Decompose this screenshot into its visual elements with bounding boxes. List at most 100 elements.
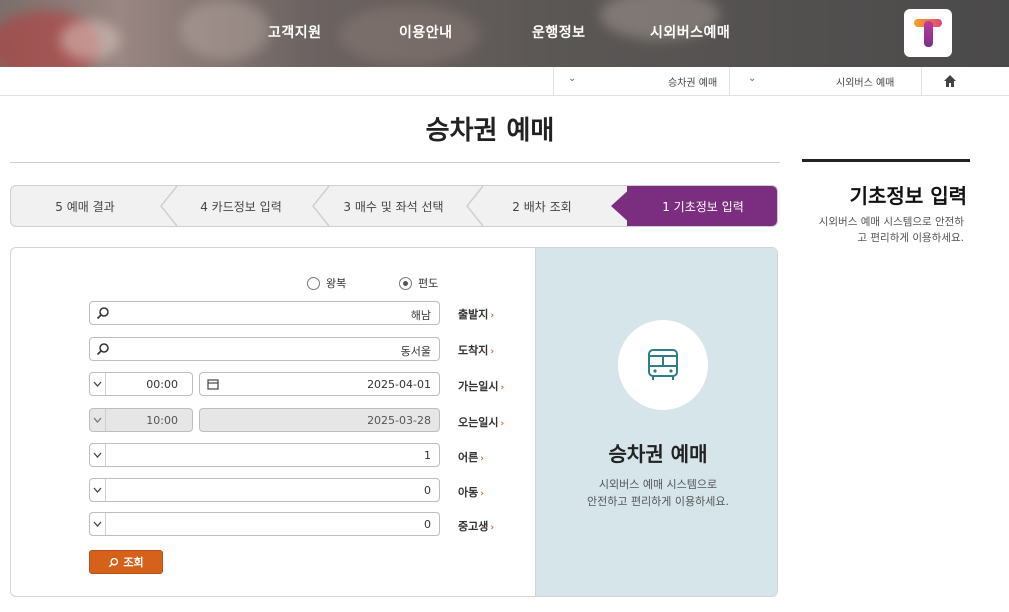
breadcrumb-divider xyxy=(921,67,922,96)
radio-label: 편도 xyxy=(418,277,439,290)
required-mark: › xyxy=(490,311,495,321)
step-arrow xyxy=(466,186,484,226)
info-panel-title: 승차권 예매 xyxy=(608,442,708,466)
bus-icon-circle xyxy=(618,320,708,410)
bus-icon xyxy=(648,349,678,380)
chevron-down-icon[interactable] xyxy=(90,444,106,466)
label-text: 오는일시 xyxy=(458,416,499,429)
header-background-image xyxy=(180,0,270,60)
step-basic-info[interactable]: 1 기초정보 입력 xyxy=(627,186,777,226)
breadcrumb-divider xyxy=(729,67,730,96)
label-text: 어른 xyxy=(458,451,479,464)
arrival-input[interactable]: 동서울 xyxy=(89,337,440,361)
radio-oneway[interactable] xyxy=(399,276,412,290)
field-value: 10:00 xyxy=(146,414,178,427)
header-background-image xyxy=(60,20,120,60)
info-panel-description: 시외버스 예매 시스템으로 안전하고 편리하게 이용하세요. xyxy=(536,476,777,510)
required-mark: › xyxy=(480,489,484,499)
label-text: 중고생 xyxy=(458,520,489,533)
required-mark: › xyxy=(490,523,495,533)
radio-roundtrip[interactable] xyxy=(307,276,320,290)
child-count-select[interactable]: 0 xyxy=(89,478,440,502)
step-label: 3 매수 및 좌석 선택 xyxy=(343,199,444,214)
depart-time-select[interactable]: 00:00 xyxy=(89,372,193,396)
step-arrow xyxy=(611,186,633,226)
trip-type-roundtrip[interactable]: 왕복 xyxy=(307,275,346,291)
sidebar-divider xyxy=(802,159,970,162)
breadcrumb-item-booking[interactable]: 승차권 예매 xyxy=(668,74,717,89)
step-dispatch-search[interactable]: 2 배차 조회 xyxy=(473,186,611,226)
step-seat-selection[interactable]: 3 매수 및 좌석 선택 xyxy=(321,186,466,226)
step-booking-result[interactable]: 5 예매 결과 xyxy=(11,186,159,226)
depart-date-input[interactable]: 2025-04-01 xyxy=(199,372,440,396)
step-label: 5 예매 결과 xyxy=(55,199,115,214)
field-value: 2025-04-01 xyxy=(367,378,431,391)
info-description-line: 시외버스 예매 시스템으로 xyxy=(598,478,718,491)
required-mark: › xyxy=(500,419,505,429)
breadcrumb-item-intercity[interactable]: 시외버스 예매 xyxy=(836,74,894,89)
step-arrow xyxy=(160,186,178,226)
teen-count-select[interactable]: 0 xyxy=(89,512,440,536)
required-mark: › xyxy=(490,347,495,357)
label-text: 가는일시 xyxy=(458,380,499,393)
sidebar-description-line: 시외버스 예매 시스템으로 안전하 xyxy=(818,216,964,228)
chevron-down-icon[interactable]: ⌄ xyxy=(748,73,756,84)
calendar-icon[interactable] xyxy=(206,377,220,391)
return-time-select[interactable]: 10:00 xyxy=(89,408,193,432)
radio-label: 왕복 xyxy=(326,277,347,290)
adult-count-select[interactable]: 1 xyxy=(89,443,440,467)
chevron-down-icon[interactable] xyxy=(90,513,106,535)
nav-item-intercity-booking[interactable]: 시외버스예매 xyxy=(650,22,730,42)
breadcrumb-divider xyxy=(553,67,554,96)
step-arrow xyxy=(312,186,330,226)
field-value: 1 xyxy=(424,449,431,462)
home-icon[interactable] xyxy=(943,74,957,88)
search-icon[interactable] xyxy=(96,342,110,356)
sidebar-title: 기초정보 입력 xyxy=(849,184,967,208)
logo-mark xyxy=(924,21,933,47)
step-card-info[interactable]: 4 카드정보 입력 xyxy=(171,186,311,226)
step-label: 4 카드정보 입력 xyxy=(200,199,282,214)
nav-item-usage-guide[interactable]: 이용안내 xyxy=(399,22,453,42)
title-divider xyxy=(10,162,780,163)
chevron-down-icon[interactable]: ⌄ xyxy=(568,73,576,84)
trip-type-oneway[interactable]: 편도 xyxy=(399,275,438,291)
booking-steps: 1 기초정보 입력 2 배차 조회 3 매수 및 좌석 선택 4 카드정보 입력… xyxy=(10,185,778,227)
search-button-label: 조회 xyxy=(123,556,144,569)
field-value: 0 xyxy=(424,518,431,531)
nav-item-schedule-info[interactable]: 운행정보 xyxy=(532,22,586,42)
search-button[interactable]: 조회 xyxy=(89,550,163,574)
info-panel: 승차권 예매 시외버스 예매 시스템으로 안전하고 편리하게 이용하세요. xyxy=(535,248,777,596)
step-label: 2 배차 조회 xyxy=(512,199,572,214)
booking-form-card: 편도 왕복 출발지 › 해남 도착지 › 동서울 가는일시 › 2025-04-01 xyxy=(10,247,778,597)
label-text: 아동 xyxy=(458,486,479,499)
nav-item-customer-support[interactable]: 고객지원 xyxy=(268,22,322,42)
sidebar-description: 시외버스 예매 시스템으로 안전하 고 편리하게 이용하세요. xyxy=(802,214,964,246)
label-text: 출발지 xyxy=(458,308,489,321)
top-header: 시외버스예매 운행정보 이용안내 고객지원 xyxy=(0,0,1009,67)
field-value: 0 xyxy=(424,484,431,497)
child-label: 아동 › xyxy=(458,484,518,500)
brand-logo[interactable] xyxy=(904,9,952,57)
required-mark: › xyxy=(500,383,505,393)
field-value: 동서울 xyxy=(400,345,431,358)
chevron-down-icon[interactable] xyxy=(90,409,106,431)
field-value: 해남 xyxy=(410,309,431,322)
required-mark: › xyxy=(480,454,484,464)
chevron-down-icon[interactable] xyxy=(90,479,106,501)
field-value: 2025-03-28 xyxy=(367,414,431,427)
arrival-label: 도착지 › xyxy=(458,342,518,358)
adult-label: 어른 › xyxy=(458,449,518,465)
departure-label: 출발지 › xyxy=(458,306,518,322)
return-date-input[interactable]: 2025-03-28 xyxy=(199,408,440,432)
return-datetime-label: 오는일시 › xyxy=(458,414,518,430)
teen-label: 중고생 › xyxy=(458,518,518,534)
label-text: 도착지 xyxy=(458,344,489,357)
chevron-down-icon[interactable] xyxy=(90,373,106,395)
field-value: 00:00 xyxy=(146,378,178,391)
departure-input[interactable]: 해남 xyxy=(89,301,440,325)
breadcrumb: ⌄ 승차권 예매 ⌄ 시외버스 예매 xyxy=(0,67,1009,96)
search-icon[interactable] xyxy=(96,306,110,320)
sidebar-description-line: 고 편리하게 이용하세요. xyxy=(857,232,964,244)
info-description-line: 안전하고 편리하게 이용하세요. xyxy=(586,495,730,508)
